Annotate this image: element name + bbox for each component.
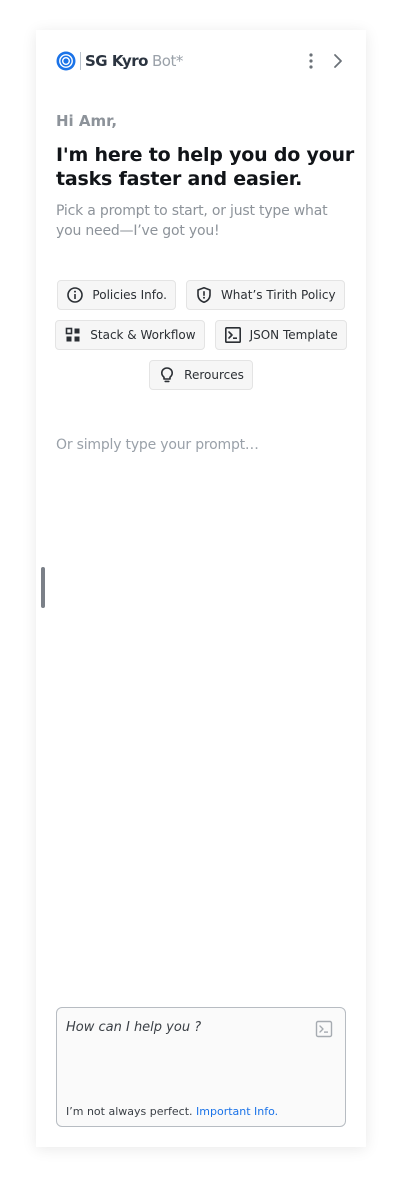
chat-header: SG Kyro Bot* — [56, 50, 346, 72]
prompt-chip-label: Rerources — [184, 368, 244, 382]
prompt-row: Policies Info. What’s Tirith Policy — [36, 280, 366, 310]
brand: SG Kyro Bot* — [56, 50, 183, 72]
prompt-chip-stack-workflow[interactable]: Stack & Workflow — [55, 320, 205, 350]
send-button[interactable] — [315, 1020, 333, 1038]
prompt-composer: I’m not always perfect. Important Info. — [56, 1007, 346, 1127]
prompt-chip-tirith-policy[interactable]: What’s Tirith Policy — [185, 280, 345, 310]
prompt-chip-label: Stack & Workflow — [90, 328, 196, 342]
shield-alert-icon — [197, 287, 211, 303]
prompt-chip-policies-info[interactable]: Policies Info. — [57, 280, 176, 310]
collapse-panel-button[interactable] — [327, 50, 349, 72]
important-info-link[interactable]: Important Info. — [196, 1105, 278, 1118]
chevron-right-icon — [334, 54, 342, 68]
info-icon — [67, 287, 84, 303]
prompt-chip-json-template[interactable]: JSON Template — [214, 320, 347, 350]
brand-name: SG Kyro — [85, 52, 148, 70]
prompt-row: Stack & Workflow JSON Template — [36, 320, 366, 350]
prompt-chip-label: Policies Info. — [92, 288, 167, 302]
intro-subtext: Pick a prompt to start, or just type wha… — [56, 203, 328, 239]
prompt-suggestions: Policies Info. What’s Tirith Policy Stac… — [36, 280, 366, 400]
prompt-chip-resources[interactable]: Rerources — [149, 360, 253, 390]
panel-resize-handle[interactable] — [41, 567, 45, 608]
brand-divider — [80, 52, 81, 70]
target-logo-icon — [56, 51, 76, 71]
prompt-chip-label: JSON Template — [249, 328, 338, 342]
headline: I'm here to help you do your tasks faste… — [56, 144, 355, 190]
prompt-row: Rerources — [36, 360, 366, 390]
more-options-button[interactable] — [300, 50, 322, 72]
terminal-send-icon — [315, 1020, 333, 1038]
grid-icon — [65, 327, 80, 342]
lightbulb-icon — [161, 367, 174, 383]
greeting: Hi Amr, — [56, 112, 118, 130]
chat-panel: SG Kyro Bot* Hi Amr, I'm here to help yo… — [36, 30, 366, 1147]
terminal-icon — [224, 326, 241, 343]
more-vertical-icon — [309, 53, 313, 69]
type-prompt-hint: Or simply type your prompt… — [56, 437, 259, 453]
brand-suffix: Bot* — [151, 52, 183, 70]
prompt-input[interactable] — [66, 1020, 296, 1080]
prompt-chip-label: What’s Tirith Policy — [220, 288, 336, 302]
disclaimer-text: I’m not always perfect. — [66, 1105, 193, 1118]
disclaimer: I’m not always perfect. Important Info. — [66, 1105, 278, 1118]
